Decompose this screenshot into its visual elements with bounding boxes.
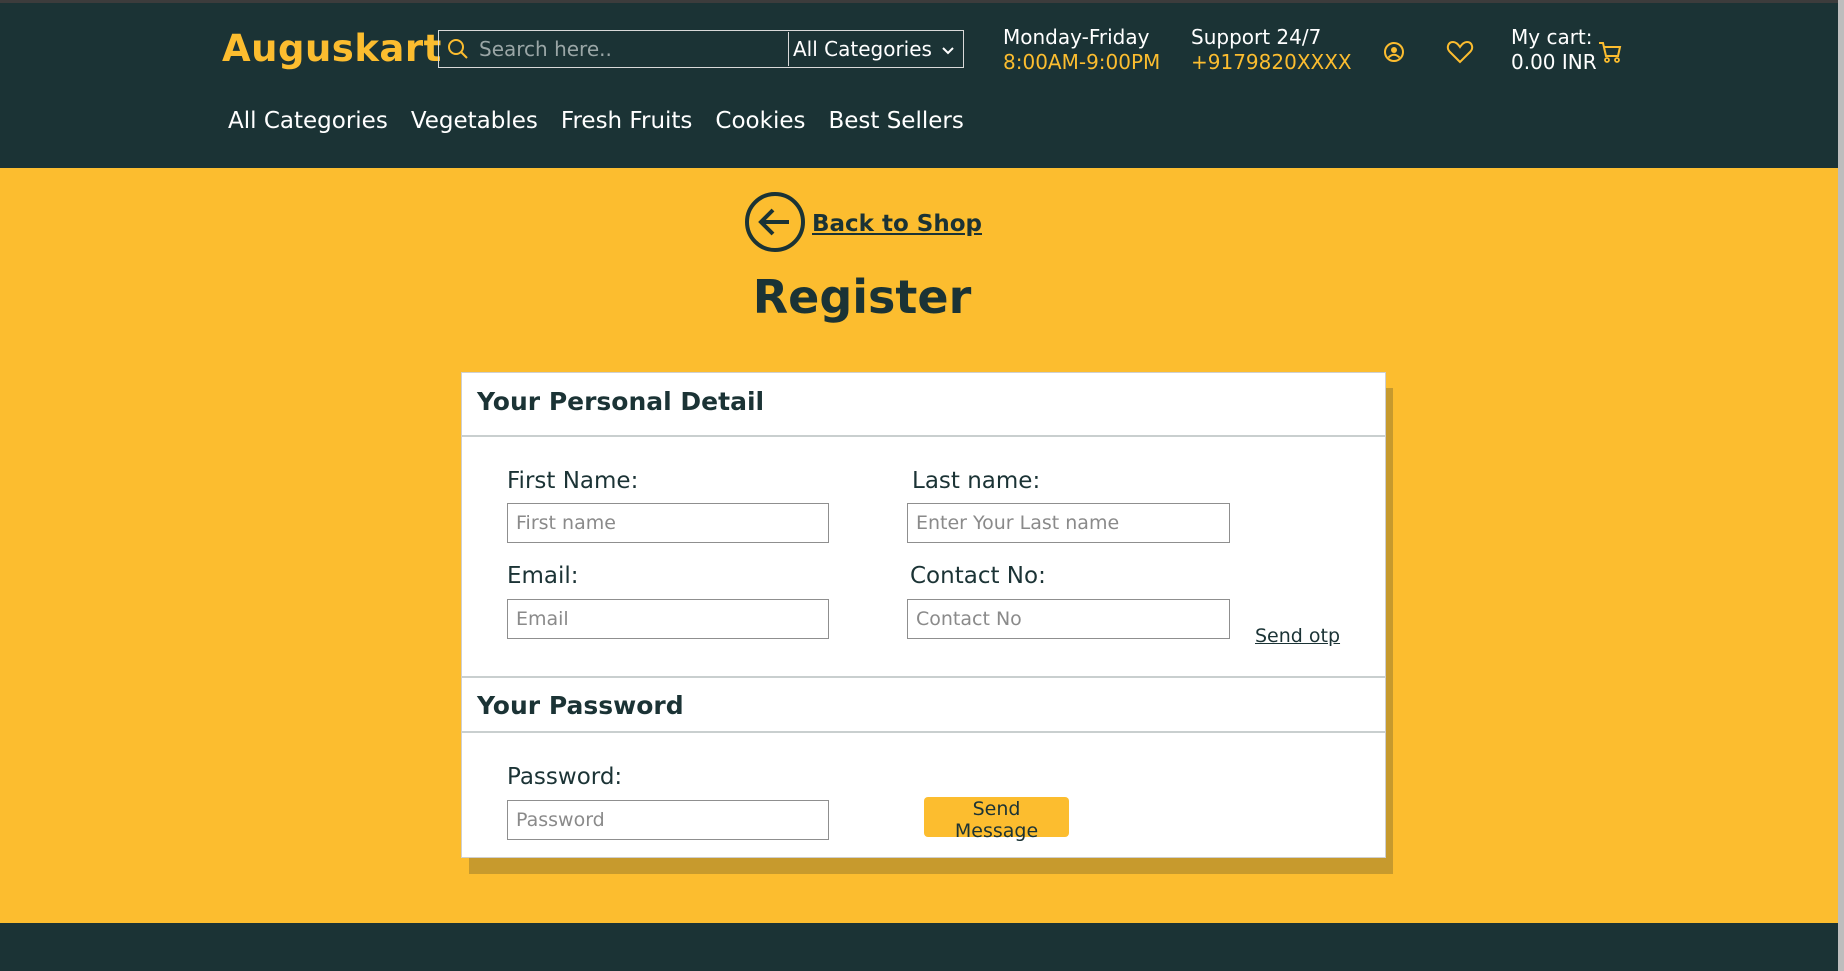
hours-days: Monday-Friday bbox=[1003, 25, 1150, 49]
back-to-shop-link[interactable]: Back to Shop bbox=[744, 191, 982, 257]
footer-bar bbox=[0, 923, 1844, 971]
last-name-label: Last name: bbox=[912, 468, 1041, 494]
support-label: Support 24/7 bbox=[1191, 25, 1322, 49]
nav-all-categories[interactable]: All Categories bbox=[228, 108, 388, 134]
scrollbar[interactable] bbox=[1838, 0, 1844, 971]
email-field[interactable] bbox=[507, 599, 829, 639]
send-otp-link[interactable]: Send otp bbox=[1255, 625, 1340, 647]
hours-time: 8:00AM-9:00PM bbox=[1003, 50, 1161, 74]
store-hours: Monday-Friday 8:00AM-9:00PM bbox=[1003, 25, 1160, 75]
support-phone[interactable]: +9179820XXXX bbox=[1191, 50, 1352, 75]
contact-field[interactable] bbox=[907, 599, 1230, 639]
support-info: Support 24/7 +9179820XXXX bbox=[1191, 25, 1352, 75]
cart-icon[interactable] bbox=[1595, 37, 1625, 67]
main-nav: All Categories Vegetables Fresh Fruits C… bbox=[228, 108, 964, 134]
nav-best-sellers[interactable]: Best Sellers bbox=[828, 108, 963, 134]
section-divider bbox=[462, 676, 1385, 678]
search-icon[interactable] bbox=[439, 31, 477, 67]
nav-cookies[interactable]: Cookies bbox=[715, 108, 805, 134]
cart-summary[interactable]: My cart: 0.00 INR bbox=[1511, 25, 1597, 75]
send-message-button[interactable]: Send Message bbox=[924, 797, 1069, 842]
category-select[interactable]: All Categories bbox=[789, 31, 963, 67]
section-divider bbox=[462, 731, 1385, 733]
nav-vegetables[interactable]: Vegetables bbox=[411, 108, 538, 134]
cart-amount: 0.00 INR bbox=[1511, 50, 1597, 74]
page-title: Register bbox=[752, 270, 972, 324]
header-bar: Auguskart Search here.. All Categories M… bbox=[0, 0, 1844, 168]
password-label: Password: bbox=[507, 764, 623, 790]
personal-detail-title: Your Personal Detail bbox=[477, 387, 765, 416]
password-section-title: Your Password bbox=[477, 691, 684, 720]
first-name-label: First Name: bbox=[507, 468, 639, 494]
category-select-value: All Categories bbox=[793, 37, 932, 61]
email-label: Email: bbox=[507, 563, 579, 589]
cart-label: My cart: bbox=[1511, 25, 1593, 49]
back-to-shop-label: Back to Shop bbox=[812, 211, 982, 237]
search-bar: Search here.. All Categories bbox=[438, 30, 964, 68]
last-name-field[interactable] bbox=[907, 503, 1230, 543]
first-name-field[interactable] bbox=[507, 503, 829, 543]
section-divider bbox=[462, 435, 1385, 437]
heart-icon[interactable] bbox=[1445, 37, 1475, 67]
back-arrow-icon bbox=[744, 191, 806, 257]
chevron-down-icon bbox=[941, 37, 955, 61]
user-icon[interactable] bbox=[1379, 37, 1409, 67]
nav-fresh-fruits[interactable]: Fresh Fruits bbox=[561, 108, 693, 134]
search-input[interactable]: Search here.. bbox=[477, 37, 788, 61]
register-form: Your Personal Detail First Name: Last na… bbox=[461, 372, 1386, 858]
site-logo[interactable]: Auguskart bbox=[222, 27, 442, 70]
password-field[interactable] bbox=[507, 800, 829, 840]
contact-label: Contact No: bbox=[910, 563, 1046, 589]
